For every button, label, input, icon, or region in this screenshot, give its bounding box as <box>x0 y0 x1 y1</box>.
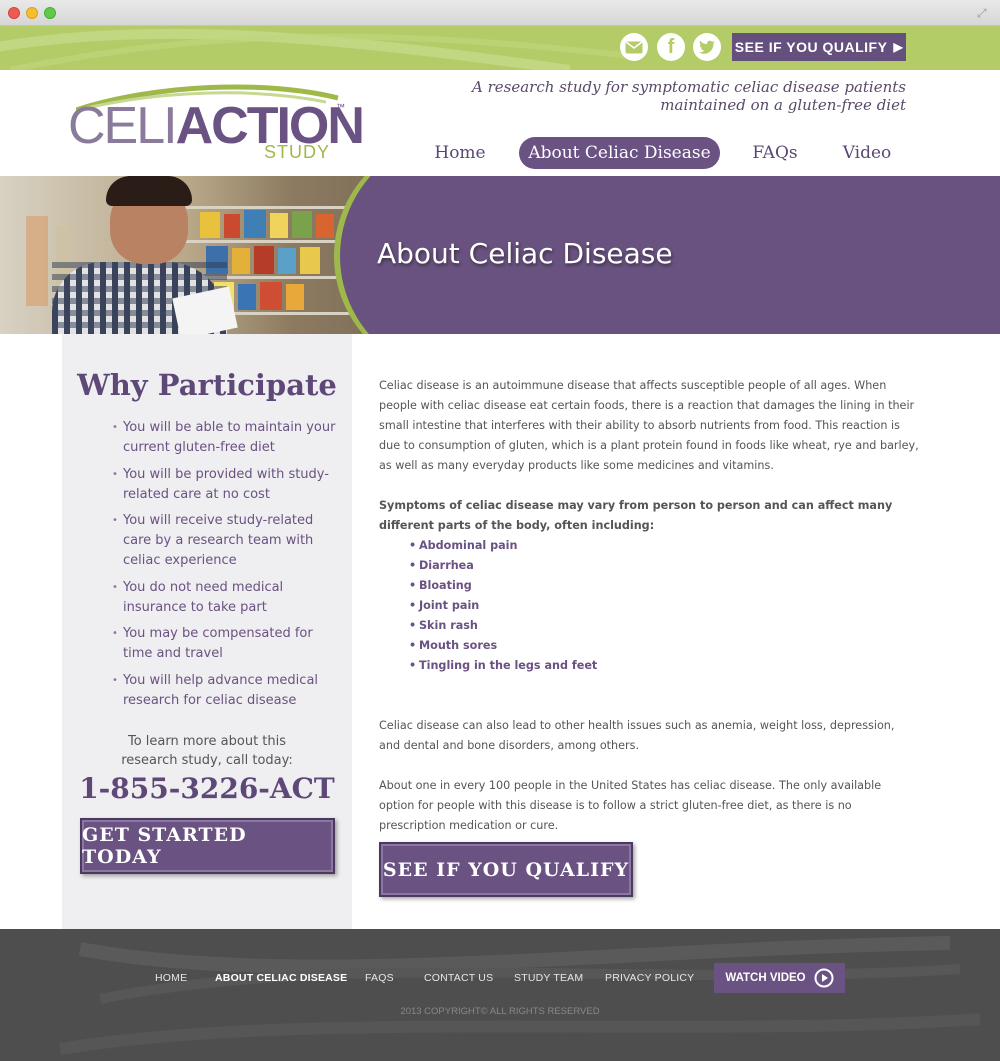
footer-link-study-team[interactable]: STUDY TEAM <box>514 972 583 984</box>
decorative-swoosh <box>0 28 631 70</box>
qualify-top-label: SEE IF YOU QUALIFY <box>734 39 888 55</box>
site-header: CELIACTION ™ STUDY A research study for … <box>0 70 1000 176</box>
list-item: Diarrhea <box>409 556 919 576</box>
logo-trademark: ™ <box>336 102 345 112</box>
get-started-today-button[interactable]: GET STARTED TODAY <box>80 818 335 874</box>
email-icon[interactable] <box>620 33 648 61</box>
tagline-line-2: maintained on a gluten-free diet <box>660 96 906 114</box>
learn-more-text: To learn more about this research study,… <box>121 734 293 768</box>
hero-banner: About Celiac Disease <box>0 176 1000 334</box>
celiaction-logo[interactable]: CELIACTION ™ STUDY <box>68 82 365 172</box>
fullscreen-icon[interactable]: ⤢ <box>977 7 990 20</box>
site-tagline: A research study for symptomatic celiac … <box>446 78 906 114</box>
list-item: You will be able to maintain your curren… <box>112 418 342 458</box>
minimize-window-icon[interactable] <box>26 7 38 19</box>
symptoms-intro: Symptoms of celiac disease may vary from… <box>379 499 893 532</box>
list-item: Joint pain <box>409 596 919 616</box>
site-footer: HOME ABOUT CELIAC DISEASE FAQS CONTACT U… <box>0 929 1000 1061</box>
logo-study: STUDY <box>264 142 331 162</box>
copyright: 2013 COPYRIGHT© ALL RIGHTS RESERVED <box>400 1006 600 1017</box>
nav-video[interactable]: Video <box>832 137 902 169</box>
sidebar-title: Why Participate <box>77 368 337 402</box>
prevalence-paragraph: About one in every 100 people in the Uni… <box>379 779 882 832</box>
list-item: Skin rash <box>409 616 919 636</box>
list-item: Abdominal pain <box>409 536 919 556</box>
list-item: Tingling in the legs and feet <box>409 656 919 676</box>
benefit-list: You will be able to maintain your curren… <box>112 418 342 718</box>
symptom-list: Abdominal pain Diarrhea Bloating Joint p… <box>409 536 919 676</box>
nav-home[interactable]: Home <box>420 137 500 169</box>
maximize-window-icon[interactable] <box>44 7 56 19</box>
footer-link-home[interactable]: HOME <box>155 972 187 984</box>
main-content: Celiac disease is an autoimmune disease … <box>379 376 919 836</box>
play-circle-icon <box>814 968 834 988</box>
watch-video-label: WATCH VIDEO <box>725 972 806 984</box>
intro-paragraph: Celiac disease is an autoimmune disease … <box>379 379 919 472</box>
phone-number[interactable]: 1-855-3226-ACT <box>62 772 352 805</box>
list-item: You will help advance medical research f… <box>112 671 342 711</box>
footer-swirl <box>59 936 981 1055</box>
list-item: You will receive study-related care by a… <box>112 511 342 571</box>
health-issues-paragraph: Celiac disease can also lead to other he… <box>379 719 895 752</box>
play-arrow-icon: ▶ <box>893 40 904 54</box>
page-title: About Celiac Disease <box>377 237 673 270</box>
list-item: You do not need medical insurance to tak… <box>112 578 342 618</box>
logo-celi: CELI <box>68 97 178 155</box>
top-bar: f SEE IF YOU QUALIFY ▶ <box>0 26 1000 70</box>
watch-video-button[interactable]: WATCH VIDEO <box>714 963 845 993</box>
list-item: You may be compensated for time and trav… <box>112 624 342 664</box>
facebook-icon[interactable]: f <box>657 33 685 61</box>
footer-link-faqs[interactable]: FAQS <box>365 972 394 984</box>
list-item: You will be provided with study-related … <box>112 465 342 505</box>
nav-about-celiac-disease[interactable]: About Celiac Disease <box>519 137 720 169</box>
tagline-line-1: A research study for symptomatic celiac … <box>471 78 906 96</box>
person-hair <box>106 176 192 206</box>
see-if-you-qualify-top-button[interactable]: SEE IF YOU QUALIFY ▶ <box>732 33 906 61</box>
list-item: Mouth sores <box>409 636 919 656</box>
footer-link-privacy[interactable]: PRIVACY POLICY <box>605 972 694 984</box>
see-if-you-qualify-button[interactable]: SEE IF YOU QUALIFY <box>379 842 633 897</box>
browser-window-bar: ⤢ <box>0 0 1000 26</box>
nav-faqs[interactable]: FAQs <box>740 137 810 169</box>
footer-link-contact[interactable]: CONTACT US <box>424 972 493 984</box>
why-participate-sidebar: Why Participate You will be able to main… <box>62 334 352 929</box>
footer-link-about[interactable]: ABOUT CELIAC DISEASE <box>215 972 347 984</box>
list-item: Bloating <box>409 576 919 596</box>
close-window-icon[interactable] <box>8 7 20 19</box>
twitter-icon[interactable] <box>693 33 721 61</box>
